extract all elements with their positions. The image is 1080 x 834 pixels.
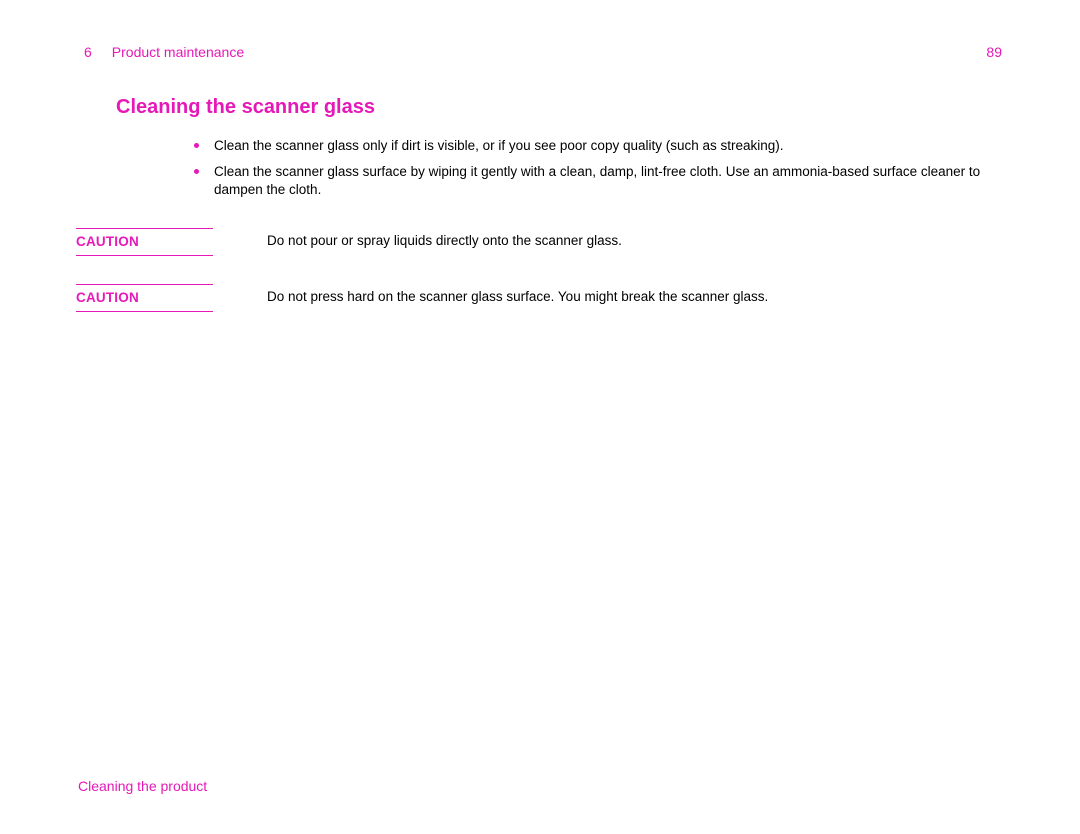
footer-text: Cleaning the product [78,778,207,794]
list-item: Clean the scanner glass only if dirt is … [198,137,998,155]
caution-text: Do not press hard on the scanner glass s… [213,284,768,306]
caution-label-wrap: CAUTION [76,228,213,256]
caution-text: Do not pour or spray liquids directly on… [213,228,622,250]
caution-label-wrap: CAUTION [76,284,213,312]
caution-label: CAUTION [76,234,139,249]
caution-label: CAUTION [76,290,139,305]
header-left: 6 Product maintenance [84,44,244,60]
chapter-title: Product maintenance [112,44,244,60]
page-header: 6 Product maintenance 89 [72,44,1008,60]
caution-block: CAUTION Do not press hard on the scanner… [76,284,1008,312]
caution-block: CAUTION Do not pour or spray liquids dir… [76,228,1008,256]
chapter-number: 6 [84,44,92,60]
bullet-list: Clean the scanner glass only if dirt is … [198,137,998,200]
page-number: 89 [986,44,1002,60]
list-item: Clean the scanner glass surface by wipin… [198,163,998,199]
section-heading: Cleaning the scanner glass [116,96,1008,119]
